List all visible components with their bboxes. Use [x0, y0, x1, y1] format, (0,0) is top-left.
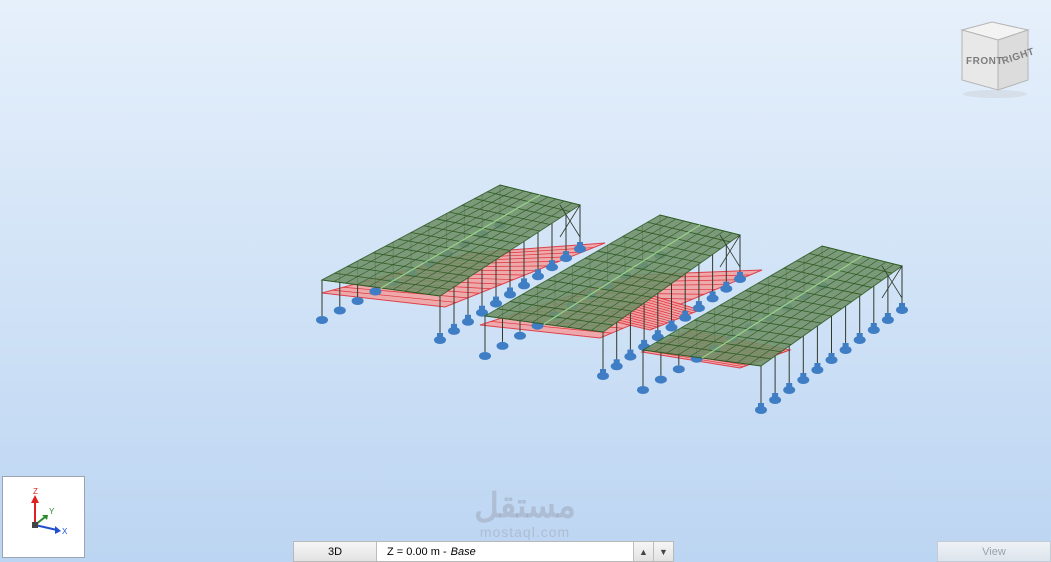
- z-axis-label: Z: [33, 487, 38, 496]
- foundation-support-post: [479, 305, 485, 311]
- foundation-support-post: [709, 291, 716, 297]
- foundation-support-post: [842, 343, 849, 348]
- foundation-support-post: [800, 373, 807, 378]
- foundation-support: [333, 306, 346, 315]
- foundation-support: [654, 375, 667, 384]
- foundation-support-post: [870, 323, 877, 328]
- foundation-support-post: [577, 242, 583, 247]
- foundation-support-post: [600, 369, 606, 374]
- level-up-button[interactable]: ▲: [633, 542, 653, 561]
- x-axis-arrow-icon: [55, 526, 61, 534]
- foundation-support-post: [507, 287, 513, 293]
- foundation-support: [637, 386, 649, 394]
- foundation-support-post: [737, 272, 743, 277]
- foundation-support-post: [613, 359, 620, 365]
- view-tab[interactable]: View: [937, 541, 1051, 562]
- foundation-support-post: [627, 349, 634, 355]
- view-cube[interactable]: FRONT RIGHT: [950, 18, 1040, 100]
- level-selector[interactable]: Z = 0.00 m - Base: [377, 542, 633, 561]
- foundation-support: [496, 341, 509, 350]
- foundation-support-post: [814, 363, 821, 368]
- foundation-support-post: [786, 383, 793, 388]
- foundation-support-post: [884, 313, 891, 318]
- foundation-support-post: [772, 393, 779, 398]
- foundation-support: [316, 316, 328, 324]
- foundation-support-post: [563, 251, 569, 257]
- x-axis-line: [34, 524, 58, 531]
- foundation-support-post: [758, 403, 764, 408]
- foundation-support-post: [535, 269, 541, 275]
- view-mode-button[interactable]: 3D: [294, 542, 377, 561]
- foundation-support-post: [682, 310, 689, 316]
- foundation-support-post: [465, 314, 471, 320]
- foundation-support-post: [695, 301, 702, 307]
- structural-3d-viewport[interactable]: [0, 0, 1051, 562]
- viewcube-shadow: [963, 90, 1027, 98]
- level-name: Base: [450, 545, 476, 558]
- foundation-support-post: [521, 278, 527, 284]
- foundation-support: [672, 365, 685, 374]
- foundation-support-post: [899, 303, 905, 308]
- level-down-button[interactable]: ▼: [653, 542, 673, 561]
- foundation-support-post: [668, 320, 675, 326]
- foundation-support-post: [549, 260, 555, 266]
- x-axis-label: X: [62, 527, 68, 536]
- viewcube-front-label: FRONT: [966, 56, 1003, 67]
- z-axis-arrow-icon: [31, 495, 39, 503]
- structure-model[interactable]: [0, 0, 1051, 562]
- level-prefix: Z = 0.00 m -: [387, 545, 447, 558]
- foundation-support-post: [451, 323, 457, 329]
- foundation-support: [479, 352, 491, 360]
- foundation-support-post: [437, 333, 443, 338]
- y-axis-label: Y: [49, 507, 55, 516]
- foundation-support-post: [828, 353, 835, 358]
- foundation-support-post: [654, 330, 661, 336]
- foundation-support-post: [641, 339, 648, 345]
- axis-origin: [32, 522, 38, 528]
- foundation-support: [351, 297, 364, 305]
- status-bar: 3D Z = 0.00 m - Base ▲ ▼: [293, 541, 674, 562]
- foundation-support: [514, 331, 526, 340]
- axis-indicator: Z Y X: [2, 476, 85, 558]
- foundation-support-post: [856, 333, 863, 338]
- foundation-support-post: [723, 281, 730, 287]
- foundation-support: [369, 287, 382, 296]
- foundation-support-post: [493, 296, 499, 302]
